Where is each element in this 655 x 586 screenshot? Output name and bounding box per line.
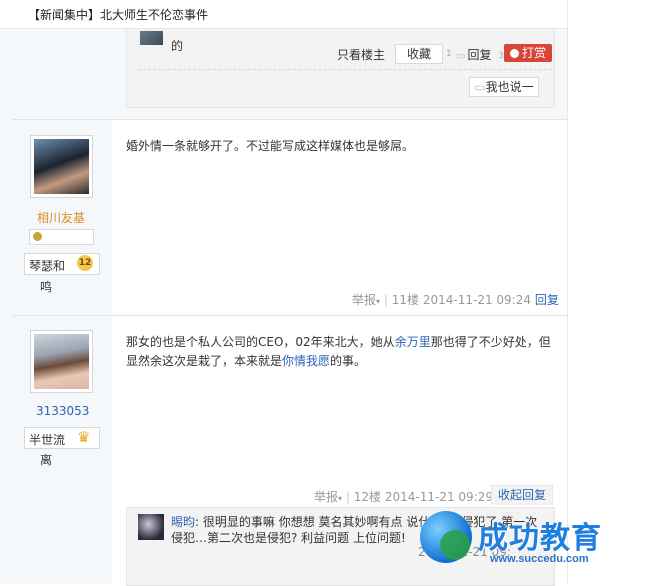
reply-link[interactable]: 回复 [535,293,559,307]
favorite-button[interactable]: 收藏 [395,44,443,64]
favorite-count: 1 [446,49,452,59]
post-content: 婚外情一条就够开了。不过能写成这样媒体也是够屌。 [126,139,415,153]
post-content: 那女的也是个私人公司的CEO，02年来北大，她从余万里那也得了不少好处，但显然余… [126,335,551,368]
badge-name-line2: 鸣 [40,280,53,294]
member-badge[interactable]: 半世流 ♛ [24,427,100,449]
chevron-down-icon: ▾ [376,297,381,306]
say-also-button[interactable]: ▭我也说一 [469,77,539,97]
watermark-url: www.succedu.com [490,553,589,565]
chevron-down-icon: ▾ [338,494,343,503]
badge-name-line1: 琴瑟和 [29,259,66,273]
avatar-photo [34,334,89,389]
money-bag-icon [509,49,519,58]
divider [138,69,552,70]
watermark-title: 成功教育 [478,521,602,556]
rank-bar [29,229,94,245]
report-link[interactable]: 举报 [352,293,376,307]
avatar[interactable] [30,135,93,198]
reply-count: 3 [498,51,504,61]
floor-number: 12楼 [353,490,382,504]
watermark-logo-icon [440,530,470,560]
sub-reply-text: 的 [171,39,184,53]
keyword-link[interactable]: 你情我愿 [282,354,330,368]
level-badge: 12 [77,255,93,271]
username[interactable]: 相川友基 [37,209,85,226]
avatar-photo [34,139,89,194]
crown-icon: ♛ [77,428,91,446]
badge-name-line2: 离 [40,453,53,467]
floor-number: 11楼 [391,293,420,307]
thread-title-bar: 【新闻集中】北大师生不伦恋事件 [0,0,567,29]
report-link[interactable]: 举报 [314,490,338,504]
collapse-reply-button[interactable]: 收起回复 [491,485,553,505]
tip-label: 打赏 [521,46,546,60]
username[interactable]: 3133053 [36,404,89,418]
rank-icon [33,232,42,241]
comment-icon: ▭ [456,51,466,62]
tip-button[interactable]: 打赏 [504,44,552,62]
frame-border [567,0,568,584]
reply-button[interactable]: ▭ 回复 [456,46,491,63]
member-badge[interactable]: 琴瑟和 12 [24,253,100,275]
comment-icon: ▭ [474,80,486,94]
post-time: 2014-11-21 09:24 [422,293,531,307]
reply-label: 回复 [467,48,492,62]
badge-name-line1: 半世流 [29,433,66,447]
keyword-link[interactable]: 余万里 [395,335,431,349]
say-also-label: 我也说一 [485,80,534,94]
avatar[interactable] [30,330,93,393]
post-meta: 举报▾ | 11楼 2014-11-21 09:24 回复 [352,293,559,307]
only-op-link[interactable]: 只看楼主 [337,46,385,63]
post-time: 2014-11-21 09:29 [384,490,493,504]
avatar[interactable] [138,514,164,540]
sub-reply-author[interactable]: 晹昀 [171,515,195,529]
post-meta: 举报▾ | 12楼 2014-11-21 09:29 [314,490,493,504]
thread-title: 【新闻集中】北大师生不伦恋事件 [28,8,209,22]
avatar[interactable] [140,31,163,45]
